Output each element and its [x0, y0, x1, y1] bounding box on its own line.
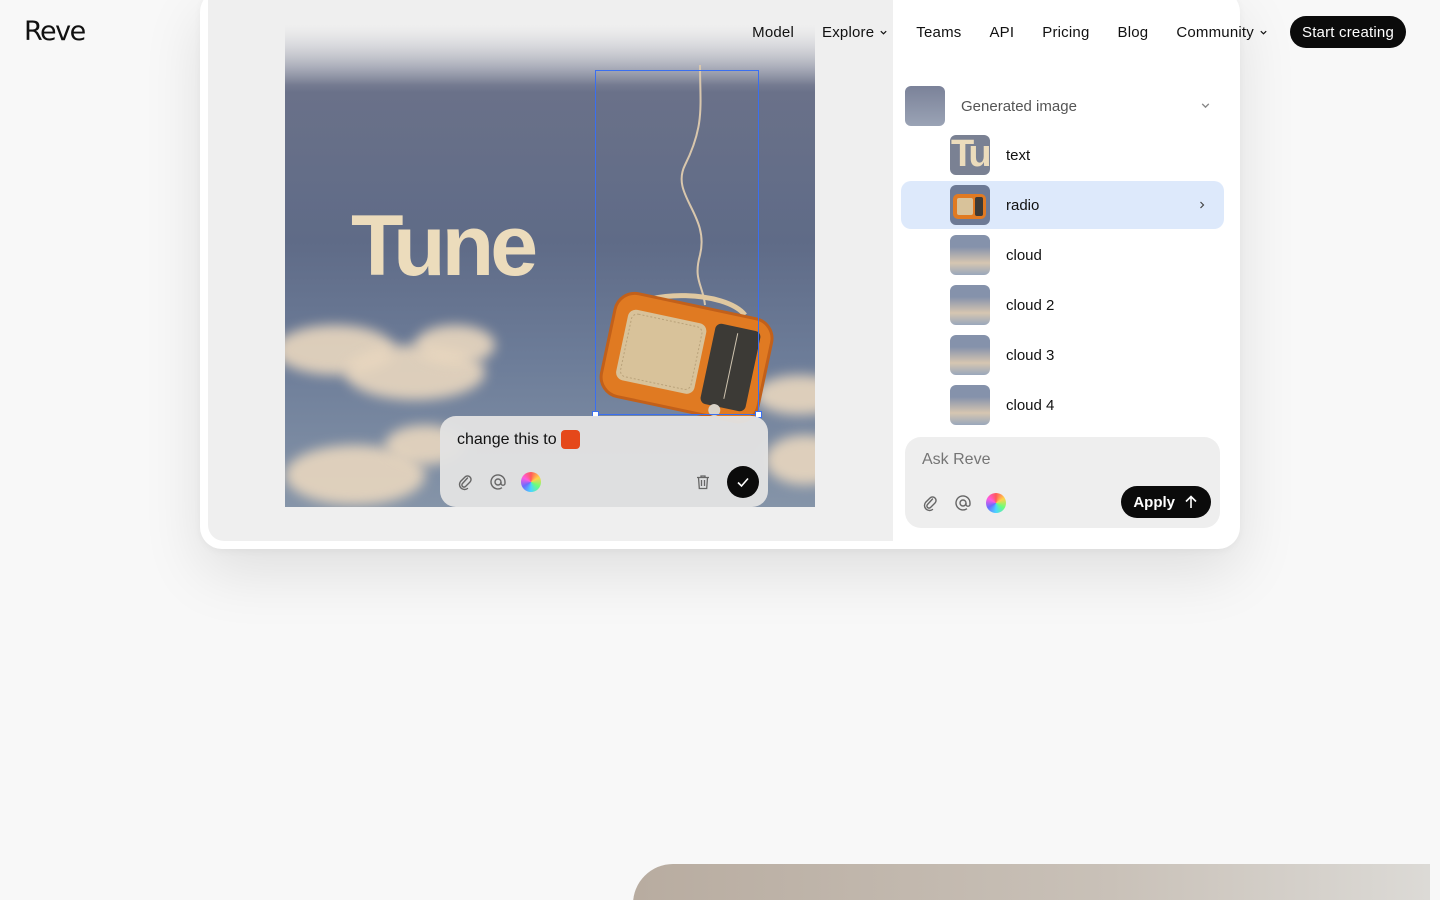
ask-reve-box: Apply [905, 437, 1220, 528]
nav-blog-label: Blog [1117, 23, 1149, 41]
generated-image-thumbnail [905, 86, 945, 126]
nav-explore[interactable]: Explore [822, 24, 888, 41]
nav-explore-label: Explore [822, 23, 875, 41]
apply-label: Apply [1133, 493, 1175, 511]
chevron-down-icon [1260, 30, 1267, 35]
trash-icon[interactable] [693, 472, 713, 492]
nav-teams-label: Teams [916, 23, 962, 41]
layer-label: radio [1006, 196, 1040, 214]
top-nav: Reve Model Explore Teams API Pricing Blo… [0, 0, 1440, 64]
color-wheel-icon[interactable] [986, 493, 1006, 513]
nav-model-label: Model [752, 23, 795, 41]
layer-item-text[interactable]: Tu text [901, 131, 1224, 179]
chevron-right-icon[interactable] [1196, 199, 1208, 211]
layer-label: cloud 3 [1006, 346, 1055, 364]
layer-label: cloud [1006, 246, 1042, 264]
layer-label: cloud 2 [1006, 296, 1055, 314]
ask-reve-input[interactable] [922, 451, 1202, 469]
nav-api-label: API [989, 23, 1015, 41]
layer-root-label: Generated image [961, 97, 1077, 115]
layer-label: text [1006, 146, 1031, 164]
canvas-area[interactable]: Tune change this to [208, 0, 893, 541]
next-section-preview [633, 864, 1430, 900]
layer-item-cloud[interactable]: cloud [901, 231, 1224, 279]
selection-box[interactable] [592, 70, 762, 418]
cloud-shape [765, 435, 815, 485]
radio-layer-thumbnail [950, 185, 990, 225]
cloud-layer-thumbnail [950, 285, 990, 325]
layers-panel: Generated image Tu text radio cloud clou… [901, 0, 1232, 541]
paperclip-icon[interactable] [455, 472, 475, 492]
apply-button[interactable]: Apply [1121, 486, 1211, 518]
nav-api[interactable]: API [989, 24, 1014, 41]
confirm-edit-button[interactable] [727, 466, 759, 498]
color-swatch[interactable] [560, 430, 580, 449]
paperclip-icon[interactable] [920, 493, 940, 513]
edit-prompt-text[interactable]: change this to [457, 430, 580, 449]
color-wheel-icon[interactable] [521, 472, 541, 492]
cloud-layer-thumbnail [950, 385, 990, 425]
nav-community[interactable]: Community [1176, 24, 1268, 41]
nav-pricing[interactable]: Pricing [1042, 24, 1089, 41]
text-layer-thumbnail: Tu [950, 135, 990, 175]
editor-card: Tune change this to Generated image Tu t… [200, 0, 1240, 549]
chevron-down-icon[interactable] [1200, 100, 1211, 111]
nav-teams[interactable]: Teams [916, 24, 961, 41]
start-creating-button[interactable]: Start creating [1289, 16, 1406, 48]
nav-links: Model Explore Teams API Pricing Blog Com… [724, 16, 1406, 48]
cloud-layer-thumbnail [950, 335, 990, 375]
edit-prompt-popup: change this to [440, 416, 768, 507]
edit-prompt-label: change this to [457, 430, 557, 448]
layer-item-radio[interactable]: radio [901, 181, 1224, 229]
nav-model[interactable]: Model [752, 24, 794, 41]
layer-root-generated-image[interactable]: Generated image [905, 84, 1223, 128]
at-icon[interactable] [488, 472, 508, 492]
layer-label: cloud 4 [1006, 396, 1055, 414]
chevron-down-icon [880, 30, 887, 35]
arrow-up-icon [1185, 495, 1197, 508]
cloud-layer-thumbnail [950, 235, 990, 275]
layer-item-cloud-3[interactable]: cloud 3 [901, 331, 1224, 379]
poster-title-text: Tune [351, 198, 538, 294]
check-icon [737, 477, 749, 488]
cloud-shape [415, 325, 495, 365]
layer-item-cloud-2[interactable]: cloud 2 [901, 281, 1224, 329]
reve-logo[interactable]: Reve [24, 16, 86, 47]
nav-blog[interactable]: Blog [1118, 24, 1149, 41]
nav-community-label: Community [1176, 23, 1254, 41]
layer-item-cloud-4[interactable]: cloud 4 [901, 381, 1224, 429]
nav-pricing-label: Pricing [1042, 23, 1090, 41]
at-icon[interactable] [953, 493, 973, 513]
